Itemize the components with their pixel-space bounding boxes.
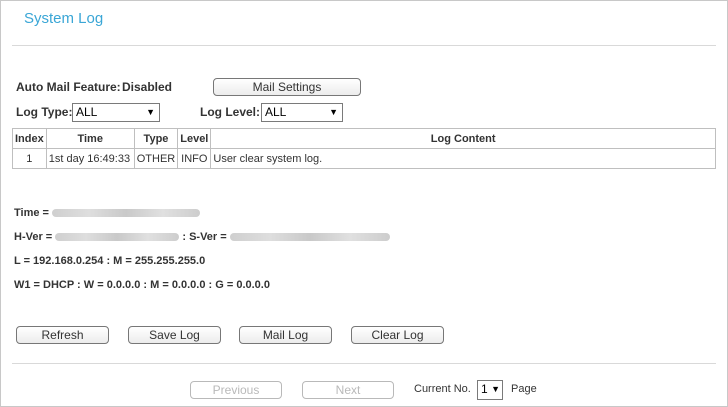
log-type-select[interactable]: ALL ▼ [72, 103, 160, 122]
version-info-line: H-Ver = : S-Ver = [14, 231, 390, 243]
next-page-button[interactable]: Next [302, 381, 394, 399]
auto-mail-status: Disabled [122, 80, 173, 94]
divider-bottom [12, 363, 716, 364]
column-header-index: Index [12, 128, 47, 149]
mail-settings-button[interactable]: Mail Settings [213, 78, 361, 96]
chevron-down-icon: ▼ [146, 107, 155, 117]
log-type-label: Log Type: [16, 105, 73, 119]
chevron-down-icon: ▼ [491, 384, 500, 394]
wan-info-line: W1 = DHCP : W = 0.0.0.0 : M = 0.0.0.0 : … [14, 279, 270, 291]
lan-info-line: L = 192.168.0.254 : M = 255.255.255.0 [14, 255, 206, 267]
divider-top [12, 45, 716, 46]
auto-mail-label: Auto Mail Feature: [16, 80, 121, 94]
table-header-row: Index Time Type Level Log Content [12, 128, 716, 149]
log-level-label: Log Level: [200, 105, 261, 119]
log-table: Index Time Type Level Log Content 1 1st … [12, 128, 716, 169]
current-page-select[interactable]: 1 ▼ [477, 380, 503, 400]
column-header-log-content: Log Content [210, 128, 716, 149]
save-log-button[interactable]: Save Log [128, 326, 221, 344]
current-page-label: Current No. [414, 383, 471, 395]
cell-level: INFO [177, 148, 212, 169]
cell-type: OTHER [133, 148, 179, 169]
previous-page-button[interactable]: Previous [190, 381, 282, 399]
mail-log-button[interactable]: Mail Log [239, 326, 332, 344]
page-title: System Log [24, 10, 104, 27]
column-header-type: Type [133, 128, 179, 149]
chevron-down-icon: ▼ [329, 107, 338, 117]
time-label: Time = [14, 207, 49, 219]
current-page-value: 1 [481, 382, 488, 396]
table-row: 1 1st day 16:49:33 OTHER INFO User clear… [12, 148, 716, 169]
cell-log-content: User clear system log. [210, 148, 716, 169]
cell-index: 1 [12, 148, 47, 169]
window-frame [0, 0, 728, 407]
column-header-level: Level [177, 128, 212, 149]
column-header-time: Time [45, 128, 135, 149]
log-level-select[interactable]: ALL ▼ [261, 103, 343, 122]
clear-log-button[interactable]: Clear Log [351, 326, 444, 344]
redacted-sver-value [229, 233, 390, 242]
hver-label: H-Ver = [14, 231, 53, 243]
cell-time: 1st day 16:49:33 [45, 148, 135, 169]
refresh-button[interactable]: Refresh [16, 326, 109, 344]
redacted-hver-value [55, 233, 180, 242]
log-type-value: ALL [76, 105, 98, 119]
time-info-line: Time = [14, 207, 201, 219]
sver-label: : S-Ver = [182, 231, 227, 243]
redacted-time-value [52, 209, 201, 218]
page-label: Page [511, 383, 537, 395]
log-level-value: ALL [265, 105, 287, 119]
